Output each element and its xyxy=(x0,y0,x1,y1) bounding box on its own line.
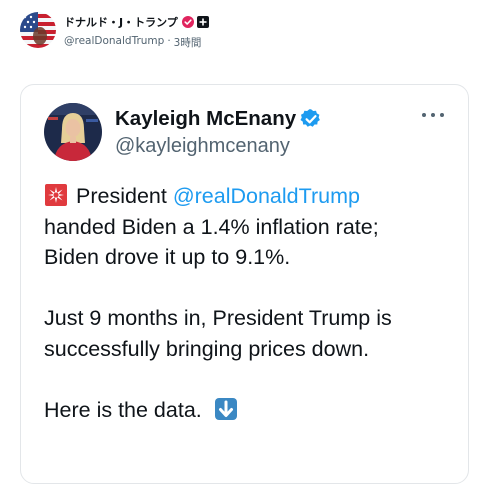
text-line-1: President @realDonaldTrump xyxy=(44,181,464,212)
dot-icon xyxy=(431,113,435,117)
text-segment: Here is the data. xyxy=(44,397,202,422)
more-options-button[interactable] xyxy=(422,107,444,123)
dot-icon xyxy=(422,113,426,117)
text-line-5: successfully bringing prices down. xyxy=(44,336,370,361)
post-time[interactable]: 3時間 xyxy=(174,35,202,50)
quoted-author-name[interactable]: Kayleigh McEnany xyxy=(115,107,296,131)
quoted-author-handle[interactable]: @kayleighmcenany xyxy=(115,135,290,158)
siren-emoji-icon xyxy=(45,184,67,206)
separator-dot: · xyxy=(167,35,171,47)
dot-icon xyxy=(440,113,444,117)
text-line-6: Here is the data. xyxy=(44,395,464,426)
quoted-post-card[interactable]: Kayleigh McEnany @kayleighmcenany Presid… xyxy=(20,84,469,484)
text-line-2: handed Biden a 1.4% inflation rate; xyxy=(44,214,379,239)
avatar[interactable] xyxy=(20,12,56,48)
blue-verified-badge-icon xyxy=(300,109,321,127)
portrait-avatar-icon xyxy=(44,103,102,161)
text-segment: President xyxy=(76,184,173,208)
flag-badge-icon xyxy=(196,16,209,28)
mention-link[interactable]: @realDonaldTrump xyxy=(173,184,360,208)
quoted-avatar[interactable] xyxy=(44,103,102,161)
pink-verified-badge-icon xyxy=(181,16,194,28)
text-line-3: Biden drove it up to 9.1%. xyxy=(44,245,291,269)
quoted-post-text: President @realDonaldTrump handed Biden … xyxy=(44,181,464,425)
author-handle[interactable]: @realDonaldTrump xyxy=(64,35,164,50)
post-page: ドナルド・J・トランプ @realDonaldTrump · 3時間 Kayle… xyxy=(0,0,485,484)
text-line-4: Just 9 months in, President Trump is xyxy=(44,306,392,330)
author-name[interactable]: ドナルド・J・トランプ xyxy=(64,14,178,30)
outer-post-header: ドナルド・J・トランプ @realDonaldTrump · 3時間 xyxy=(20,12,209,50)
flag-avatar-icon xyxy=(20,12,56,48)
down-arrow-emoji-icon xyxy=(214,397,237,420)
